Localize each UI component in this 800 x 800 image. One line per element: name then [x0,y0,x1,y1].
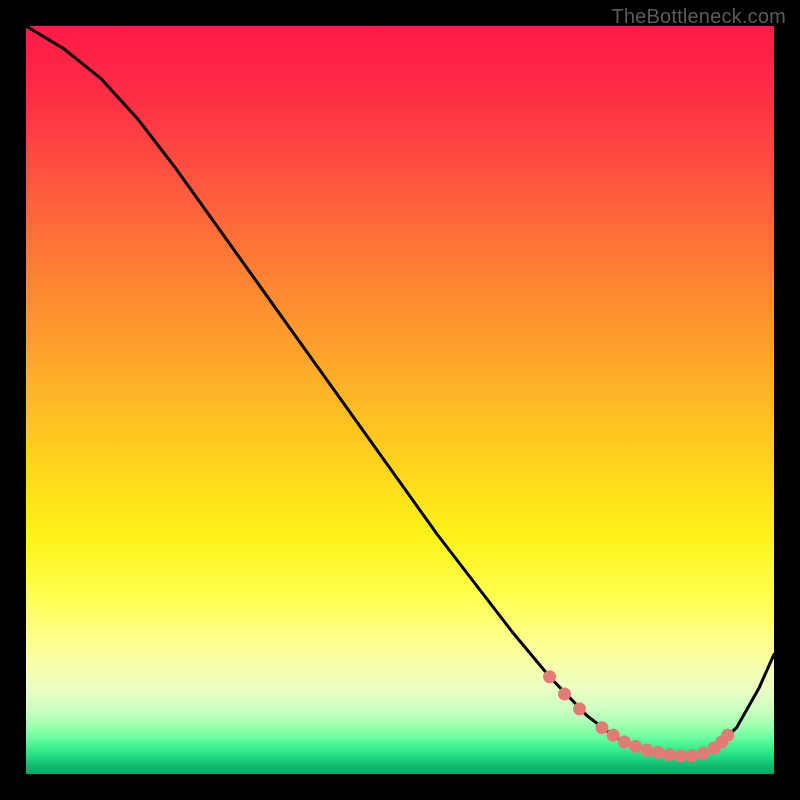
curve-layer [26,26,774,774]
curve-marker [618,736,630,748]
curve-marker [686,750,698,762]
curve-marker [544,671,556,683]
chart-stage: TheBottleneck.com [0,0,800,800]
bottleneck-curve-line [26,26,774,756]
curve-marker [574,703,586,715]
marker-group [544,671,734,762]
curve-marker [596,722,608,734]
curve-marker [675,750,687,762]
curve-marker [652,746,664,758]
curve-marker [630,740,642,752]
watermark-label: TheBottleneck.com [611,6,786,29]
curve-marker [559,688,571,700]
curve-marker [697,747,709,759]
curve-marker [722,729,734,741]
curve-marker [663,749,675,761]
curve-marker [607,729,619,741]
curve-marker [641,744,653,756]
plot-area [26,26,774,774]
